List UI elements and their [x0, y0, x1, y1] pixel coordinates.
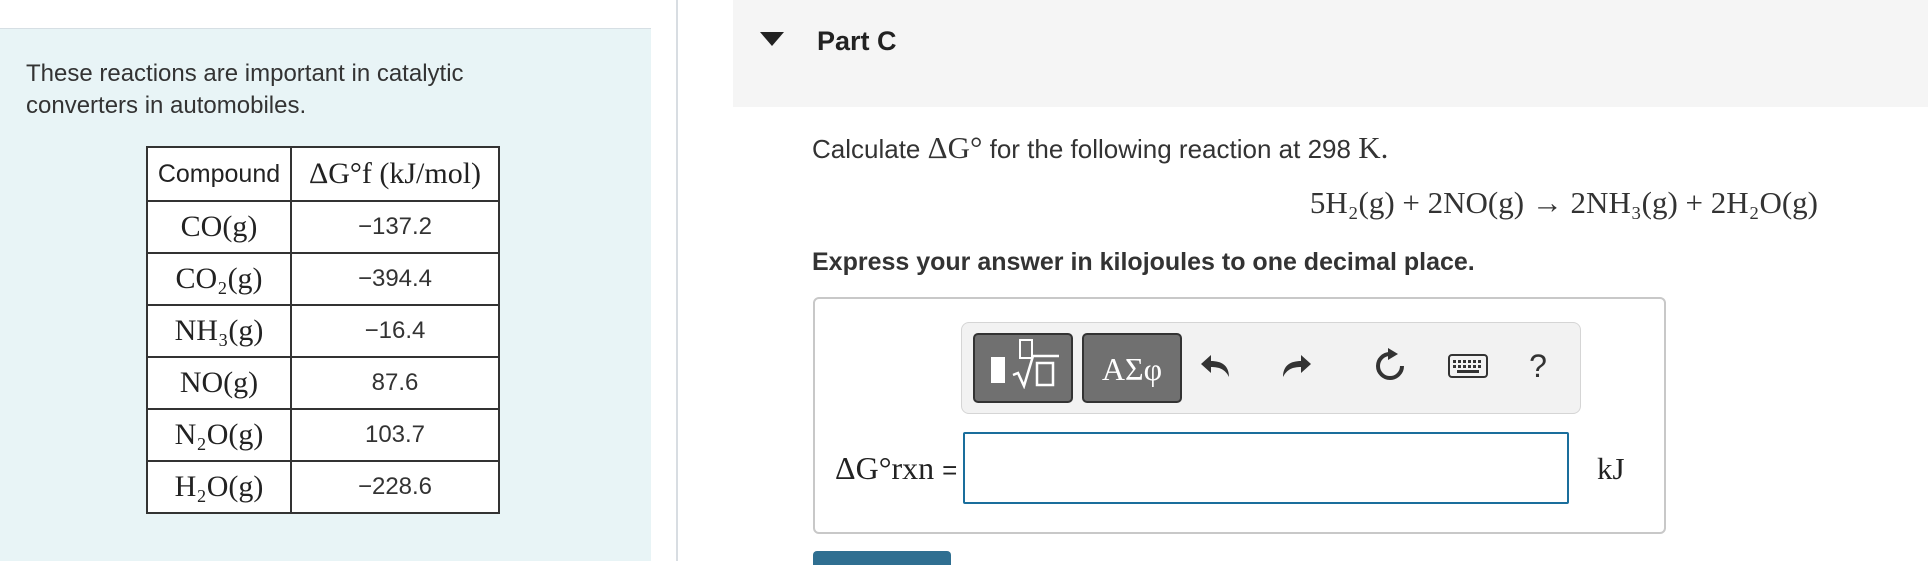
table-row: H₂O(g) −228.6: [146, 460, 500, 514]
header-delta-g: ΔG°f (kJ/mol): [290, 146, 500, 202]
templates-icon: [991, 357, 1005, 383]
panel-divider: [676, 0, 678, 561]
intro-line-2: converters in automobiles.: [26, 92, 307, 119]
answer-instruction: Express your answer in kilojoules to one…: [812, 248, 1475, 276]
value-cell: 87.6: [290, 356, 500, 410]
value-cell: −228.6: [290, 460, 500, 514]
value-cell: −394.4: [290, 252, 500, 306]
question-middle: for the following reaction at 298: [989, 134, 1351, 164]
compound-cell: N₂O(g): [146, 408, 292, 462]
templates-button[interactable]: [973, 333, 1073, 403]
reaction-equation: 5H₂(g) + 2NO(g) → 2NH₃(g) + 2H₂O(g): [1309, 185, 1818, 220]
part-title[interactable]: Part C: [817, 26, 897, 57]
value-cell: 103.7: [290, 408, 500, 462]
question-prefix: Calculate: [812, 134, 921, 164]
keyboard-icon[interactable]: [1440, 341, 1496, 391]
radical-icon: [1012, 354, 1059, 389]
help-label: ?: [1529, 347, 1547, 384]
unit-label: kJ: [1597, 451, 1625, 486]
delta-g-rxn-label: ΔG°rxn =: [835, 450, 957, 487]
delta-g-rxn-symbol: ΔG°rxn: [835, 450, 935, 486]
answer-input[interactable]: [963, 432, 1569, 504]
help-icon[interactable]: ?: [1510, 341, 1566, 391]
table-row: NO(g) 87.6: [146, 356, 500, 410]
greek-letters-icon: ΑΣφ: [1101, 351, 1163, 387]
compound-cell: CO(g): [146, 200, 292, 254]
question-unit: K.: [1358, 130, 1389, 165]
table-row: CO(g) −137.2: [146, 200, 500, 254]
compound-cell: CO₂(g): [146, 252, 292, 306]
equals-sign: =: [942, 455, 958, 485]
collapse-caret-icon[interactable]: [760, 32, 784, 46]
table-row: NH₃(g) −16.4: [146, 304, 500, 358]
redo-icon[interactable]: [1268, 341, 1324, 391]
intro-text: These reactions are important in catalyt…: [26, 58, 586, 122]
table-row: N₂O(g) 103.7: [146, 408, 500, 462]
compound-cell: NH₃(g): [146, 304, 292, 358]
math-toolbar: ΑΣφ ?: [961, 322, 1581, 414]
submit-button[interactable]: [813, 551, 951, 565]
left-top-strip: [0, 0, 651, 29]
question-symbol: ΔG°: [927, 130, 983, 165]
compound-cell: H₂O(g): [146, 460, 292, 514]
table-row: CO₂(g) −394.4: [146, 252, 500, 306]
greek-letters-button[interactable]: ΑΣφ: [1082, 333, 1182, 403]
undo-icon[interactable]: [1188, 341, 1244, 391]
value-cell: −137.2: [290, 200, 500, 254]
intro-line-1: These reactions are important in catalyt…: [26, 60, 464, 87]
value-cell: −16.4: [290, 304, 500, 358]
part-header[interactable]: [733, 0, 1928, 107]
table-header-row: Compound ΔG°f (kJ/mol): [146, 146, 500, 202]
header-compound: Compound: [146, 146, 292, 202]
gibbs-energy-table: Compound ΔG°f (kJ/mol) CO(g) −137.2 CO₂(…: [146, 146, 500, 514]
reset-icon[interactable]: [1362, 341, 1418, 391]
question-text: Calculate ΔG° for the following reaction…: [812, 130, 1388, 166]
compound-cell: NO(g): [146, 356, 292, 410]
